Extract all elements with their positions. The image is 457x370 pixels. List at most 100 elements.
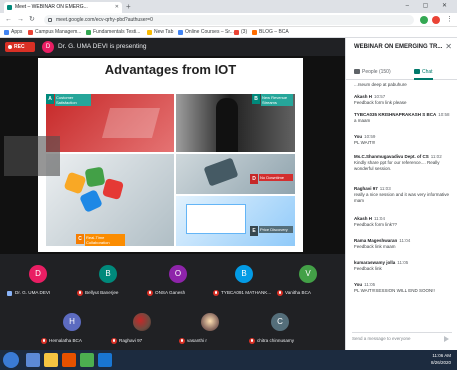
bookmark-item[interactable]: Online Courses – Sr...	[178, 27, 234, 38]
media-player-icon[interactable]	[62, 353, 76, 367]
chat-message: TYBCA035 KRISHNAPRAKASH S BCA 10:58 a maa…	[354, 112, 454, 124]
back-icon[interactable]: ←	[5, 15, 12, 25]
presenter-avatar: D	[42, 41, 54, 53]
avatar: D	[29, 265, 47, 283]
bookmark-label: Online Courses – Sr...	[185, 29, 234, 35]
presentation-stage: Advantages from IOT A Customer Satisfact…	[0, 56, 345, 254]
chat-icon	[414, 69, 420, 74]
window-controls[interactable]: – ▢ ✕	[406, 0, 453, 12]
message-time: 10:59	[364, 134, 376, 139]
bookmark-icon	[86, 30, 91, 35]
chat-message: Akash H 10:57 Feedback form link please	[354, 94, 454, 106]
tab-people[interactable]: People (150)	[354, 66, 391, 80]
message-time: 11:04	[399, 238, 411, 243]
chat-message: Ms.C.Shanmugavadivu Dept. of CS 11:02 Kin…	[354, 154, 454, 172]
participant-tile[interactable]: vasanthi r	[178, 310, 252, 350]
message-sender: You	[354, 282, 363, 287]
message-time: 11:05	[364, 282, 376, 287]
participant-name: Vanitha BCA	[285, 290, 311, 295]
avatar-photo	[201, 313, 219, 331]
file-explorer-icon[interactable]	[44, 353, 58, 367]
avatar: B	[99, 265, 117, 283]
participant-tile[interactable]: B TYBCA091 MATHANK...	[212, 262, 286, 302]
address-toolbar: ← → ↻ meet.google.com/ecv-qrhy-pbd?authu…	[0, 13, 457, 27]
recording-badge: REC	[5, 42, 35, 52]
close-panel-icon[interactable]: ✕	[445, 42, 452, 51]
reload-icon[interactable]: ↻	[29, 15, 35, 25]
slide-tile-e: E Price Discovery	[176, 196, 295, 246]
recording-label: REC	[14, 44, 25, 50]
menu-icon[interactable]: ⋮	[446, 15, 453, 25]
bookmark-item[interactable]: Campus Managem...	[28, 27, 81, 38]
tile-label: Customer Satisfaction	[55, 94, 91, 106]
message-sender: You	[354, 134, 363, 139]
tile-label: Price Discovery	[259, 226, 293, 233]
bookmark-label: Fundamentals Testi...	[93, 29, 141, 35]
os-taskbar: 11:06 AM 8/26/2020	[0, 350, 457, 370]
participant-tile[interactable]: Raghavi 97	[110, 310, 184, 350]
ie-icon[interactable]	[26, 353, 40, 367]
bookmark-item[interactable]: Fundamentals Testi...	[86, 27, 140, 38]
system-clock[interactable]: 11:06 AM 8/26/2020	[431, 352, 451, 366]
participant-tile[interactable]: O ONSA Ganesh	[146, 262, 220, 302]
tile-letter: B	[252, 94, 260, 104]
bookmark-label: Apps	[11, 29, 23, 35]
profile-avatar-icon[interactable]	[432, 16, 440, 24]
tile-letter: E	[250, 226, 258, 236]
bookmark-item[interactable]: New Tab	[147, 27, 173, 38]
puzzle-piece	[63, 171, 87, 195]
participant-name: Raghavi 97	[119, 338, 143, 343]
message-sender: Ms.C.Shanmugavadivu Dept. of CS	[354, 154, 429, 159]
tab-people-label: People (150)	[362, 69, 391, 75]
bookmark-item[interactable]: Apps	[4, 27, 22, 38]
avatar: B	[235, 265, 253, 283]
hands-photo	[203, 157, 239, 187]
clock-date: 8/26/2020	[430, 360, 451, 365]
message-text: Feedback link maam	[354, 244, 396, 249]
participant-tile[interactable]: C chitra chinnusamy	[248, 310, 322, 350]
meet-favicon-icon	[7, 5, 12, 10]
people-icon	[354, 69, 360, 74]
bookmark-item[interactable]: (3)	[234, 27, 247, 38]
lock-icon	[48, 18, 52, 22]
slide-tile-d: D No Downtime	[176, 154, 295, 194]
message-sender: Rama Mageshwaran	[354, 238, 398, 243]
slide-tile-a: A Customer Satisfaction	[46, 94, 174, 152]
message-sender: Akash H	[354, 216, 373, 221]
tile-label: No Downtime	[259, 174, 293, 181]
message-text: PL WAIT!!!	[354, 140, 376, 145]
extension-icon[interactable]	[420, 16, 428, 24]
word-icon[interactable]	[98, 353, 112, 367]
forward-icon[interactable]: →	[17, 15, 24, 25]
new-tab-button[interactable]: +	[126, 1, 131, 12]
participant-tile[interactable]: B Bellyut Banerjee	[76, 262, 150, 302]
message-sender: Raghavi 97	[354, 186, 378, 191]
chat-message: You 11:05 PL WAIT!!!SESSION WILL END SOON…	[354, 282, 454, 294]
chat-message: ...rseum deep at pabuhure	[354, 82, 454, 88]
message-sender: TYBCA035 KRISHNAPRAKASH S BCA	[354, 112, 437, 117]
clock-time: 11:06 AM	[432, 353, 451, 358]
bookmark-item[interactable]: BLOG – BCA	[252, 27, 289, 38]
chat-input[interactable]: Send a message to everyone	[352, 332, 452, 344]
speaker-photo	[216, 98, 238, 152]
participant-tile[interactable]: V Vanitha BCA	[276, 262, 350, 302]
browser-tab[interactable]: Meet – WEBINAR ON EMERG... ✕	[4, 2, 122, 13]
address-bar[interactable]: meet.google.com/ecv-qrhy-pbd?authuser=0	[44, 15, 414, 25]
participant-name: Bellyut Banerjee	[85, 290, 119, 295]
chat-log[interactable]: ...rseum deep at pabuhure Akash H 10:57 F…	[346, 82, 457, 328]
slide-tile-c: C Real-Time Collaboration	[46, 154, 174, 246]
recording-dot-icon	[8, 45, 12, 49]
close-tab-icon[interactable]: ✕	[115, 2, 119, 13]
meet-top-bar: REC D Dr. G. UMA DEVI is presenting	[0, 38, 345, 56]
bookmark-label: (3)	[241, 29, 248, 35]
avatar: C	[271, 313, 289, 331]
puzzle-piece	[79, 189, 103, 213]
participant-tile[interactable]: H Hemalatha BCA	[40, 310, 114, 350]
send-icon[interactable]	[444, 336, 450, 342]
tab-chat[interactable]: Chat	[414, 66, 433, 80]
bookmark-icon	[178, 30, 183, 35]
start-button[interactable]	[3, 352, 19, 368]
chrome-icon[interactable]	[80, 353, 94, 367]
participant-tile[interactable]: D Dr. G. UMA DEVI	[6, 262, 80, 302]
message-text: Feedback link	[354, 266, 382, 271]
